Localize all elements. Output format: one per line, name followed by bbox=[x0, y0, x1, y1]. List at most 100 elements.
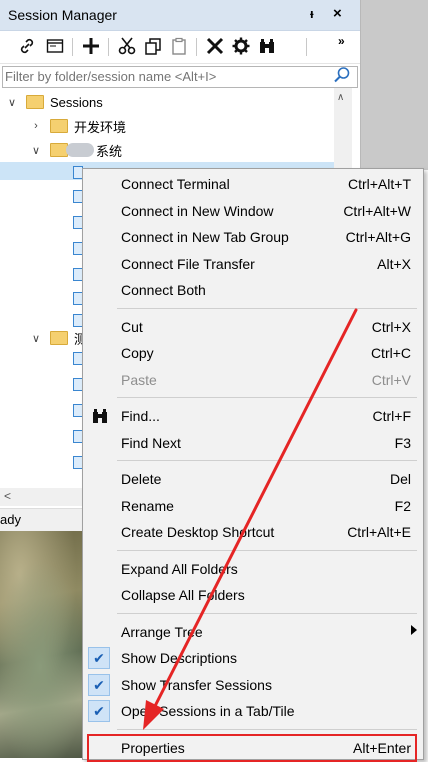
connect-window-icon[interactable] bbox=[44, 35, 66, 57]
menu-item-find[interactable]: Find... Ctrl+F bbox=[83, 403, 423, 429]
menu-item-delete[interactable]: Delete Del bbox=[83, 466, 423, 492]
tree-node-system[interactable]: ∨ 系统 bbox=[28, 138, 122, 162]
menu-separator bbox=[117, 397, 417, 398]
menu-item-label: Expand All Folders bbox=[121, 560, 238, 577]
properties-gear-icon[interactable] bbox=[230, 35, 252, 57]
binoculars-icon bbox=[91, 407, 109, 428]
checkmark-icon: ✔ bbox=[88, 700, 110, 722]
scroll-left-icon[interactable]: < bbox=[4, 489, 11, 503]
checkmark-icon: ✔ bbox=[88, 673, 110, 696]
menu-item-label: Show Transfer Sessions bbox=[121, 676, 272, 693]
connect-link-icon[interactable] bbox=[16, 35, 38, 57]
menu-item-connect-file-transfer[interactable]: Connect File Transfer Alt+X bbox=[83, 251, 423, 277]
pin-icon[interactable]: ᵻ bbox=[310, 6, 314, 21]
menu-item-label: Copy bbox=[121, 345, 154, 361]
tree-node-label: 开发环境 bbox=[74, 119, 127, 135]
menu-item-label: Show Descriptions bbox=[121, 650, 237, 666]
panel-title: Session Manager bbox=[8, 7, 117, 23]
menu-item-shortcut: Del bbox=[389, 471, 411, 487]
menu-item-paste[interactable]: Paste Ctrl+V bbox=[83, 367, 423, 393]
menu-item-expand-all-folders[interactable]: Expand All Folders bbox=[83, 556, 423, 582]
menu-item-open-sessions-in-a-tab-tile[interactable]: ✔ Open Sessions in a Tab/Tile bbox=[83, 698, 423, 724]
menu-item-show-transfer-sessions[interactable]: ✔ Show Transfer Sessions bbox=[83, 672, 423, 698]
chevron-down-icon[interactable]: ∨ bbox=[28, 332, 44, 345]
menu-item-rename[interactable]: Rename F2 bbox=[83, 493, 423, 519]
filter-box bbox=[2, 66, 358, 88]
tree-node-label: 系统 bbox=[96, 143, 123, 159]
status-text: ady bbox=[0, 512, 21, 527]
menu-item-label: Paste bbox=[121, 371, 157, 388]
tree-node-sessions[interactable]: ∨ Sessions bbox=[4, 90, 103, 114]
menu-item-shortcut: Ctrl+V bbox=[371, 371, 411, 388]
menu-item-shortcut: F3 bbox=[394, 434, 411, 451]
menu-item-connect-both[interactable]: Connect Both bbox=[83, 277, 423, 303]
menu-separator bbox=[117, 612, 417, 614]
menu-item-label: Arrange Tree bbox=[121, 623, 203, 640]
scroll-up-icon[interactable]: ∧ bbox=[337, 92, 344, 103]
menu-item-label: Delete bbox=[121, 471, 162, 487]
add-icon[interactable] bbox=[80, 35, 102, 57]
menu-separator bbox=[117, 460, 417, 461]
folder-icon bbox=[26, 95, 44, 109]
menu-item-label: Create Desktop Shortcut bbox=[121, 524, 275, 540]
menu-item-label: Cut bbox=[121, 318, 143, 335]
tree-node-label: Sessions bbox=[50, 94, 103, 110]
menu-item-shortcut: Ctrl+Alt+G bbox=[345, 229, 411, 245]
menu-item-shortcut: Ctrl+Alt+W bbox=[343, 202, 411, 219]
copy-icon[interactable] bbox=[142, 35, 164, 57]
annotation-highlight-box bbox=[87, 733, 417, 762]
panel-toolbar: » bbox=[0, 31, 360, 64]
menu-separator bbox=[117, 307, 417, 309]
menu-item-arrange-tree[interactable]: Arrange Tree bbox=[83, 619, 423, 645]
menu-item-show-descriptions[interactable]: ✔ Show Descriptions bbox=[83, 645, 423, 671]
menu-item-copy[interactable]: Copy Ctrl+C bbox=[83, 340, 423, 366]
menu-item-label: Open Sessions in a Tab/Tile bbox=[121, 703, 295, 719]
chevron-down-icon[interactable]: ∨ bbox=[4, 96, 20, 109]
menu-item-shortcut: Ctrl+Alt+T bbox=[347, 176, 411, 192]
menu-item-create-desktop-shortcut[interactable]: Create Desktop Shortcut Ctrl+Alt+E bbox=[83, 519, 423, 545]
menu-item-label: Rename bbox=[121, 497, 174, 514]
menu-item-connect-in-new-window[interactable]: Connect in New Window Ctrl+Alt+W bbox=[83, 198, 423, 224]
find-binoculars-icon[interactable] bbox=[256, 35, 278, 57]
menu-item-label: Connect Terminal bbox=[121, 176, 230, 192]
paste-icon[interactable] bbox=[168, 35, 190, 57]
toolbar-overflow-button[interactable]: » bbox=[338, 34, 345, 48]
menu-item-shortcut: Ctrl+Alt+E bbox=[347, 524, 411, 540]
menu-item-find-next[interactable]: Find Next F3 bbox=[83, 430, 423, 456]
cut-icon[interactable] bbox=[116, 35, 138, 57]
menu-item-label: Find... bbox=[121, 408, 160, 424]
filter-input[interactable] bbox=[5, 68, 325, 84]
menu-separator bbox=[117, 549, 417, 551]
menu-item-shortcut: Alt+X bbox=[377, 255, 411, 272]
context-menu: Connect Terminal Ctrl+Alt+T Connect in New… bbox=[82, 168, 424, 762]
menu-item-label: Connect Both bbox=[121, 282, 206, 298]
tree-node-test[interactable]: ∨ 测 bbox=[28, 326, 87, 350]
chevron-down-icon[interactable]: ∨ bbox=[28, 144, 44, 157]
menu-item-connect-in-new-tab-group[interactable]: Connect in New Tab Group Ctrl+Alt+G bbox=[83, 224, 423, 250]
panel-titlebar: Session Manager ᵻ × bbox=[0, 0, 360, 31]
menu-item-shortcut: Ctrl+F bbox=[372, 408, 412, 424]
folder-icon bbox=[50, 119, 68, 133]
desktop-background bbox=[360, 0, 428, 170]
menu-item-cut[interactable]: Cut Ctrl+X bbox=[83, 314, 423, 340]
blurred-text bbox=[66, 143, 94, 157]
delete-icon[interactable] bbox=[204, 35, 226, 57]
submenu-arrow-icon bbox=[411, 624, 417, 635]
close-button[interactable]: × bbox=[333, 5, 342, 22]
menu-item-label: Connect in New Window bbox=[121, 202, 274, 219]
menu-item-label: Find Next bbox=[121, 434, 181, 451]
menu-item-label: Connect in New Tab Group bbox=[121, 229, 289, 245]
search-icon[interactable] bbox=[333, 66, 351, 87]
menu-item-label: Collapse All Folders bbox=[121, 587, 245, 603]
chevron-right-icon[interactable]: › bbox=[28, 120, 44, 132]
checkmark-icon: ✔ bbox=[88, 647, 110, 669]
menu-item-collapse-all-folders[interactable]: Collapse All Folders bbox=[83, 582, 423, 608]
menu-item-connect-terminal[interactable]: Connect Terminal Ctrl+Alt+T bbox=[83, 171, 423, 197]
tree-node-dev-env[interactable]: › 开发环境 bbox=[28, 114, 126, 138]
menu-item-shortcut: Ctrl+C bbox=[370, 345, 411, 361]
folder-icon bbox=[50, 331, 68, 345]
menu-item-shortcut: Ctrl+X bbox=[371, 318, 411, 335]
menu-item-label: Connect File Transfer bbox=[121, 255, 255, 272]
menu-item-shortcut: F2 bbox=[394, 497, 411, 514]
menu-separator bbox=[117, 728, 417, 730]
